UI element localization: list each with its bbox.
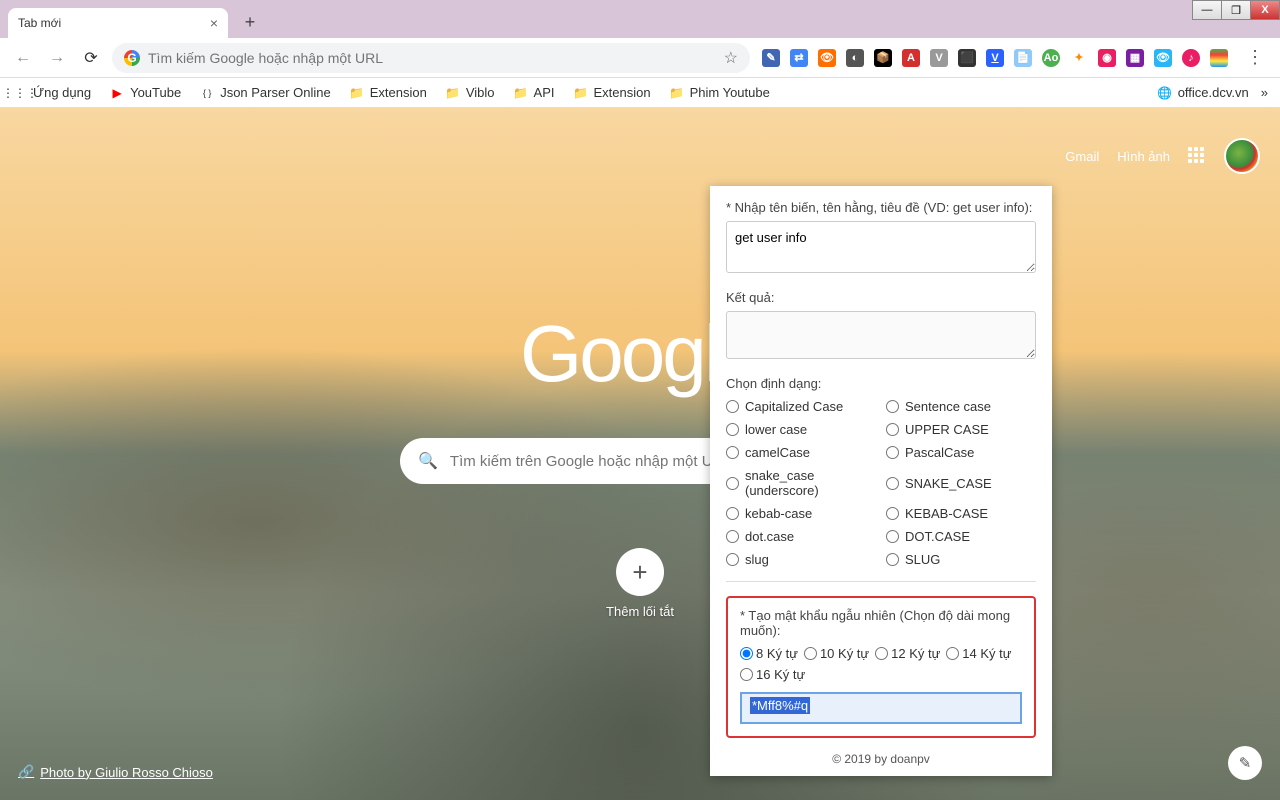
add-shortcut[interactable]: + Thêm lối tắt bbox=[606, 548, 674, 619]
result-label: Kết quả: bbox=[726, 290, 1036, 305]
ext-icon-11[interactable]: Ao bbox=[1042, 49, 1060, 67]
pw-option-10[interactable]: 10 Ký tự bbox=[804, 646, 869, 661]
pw-option-8[interactable]: 8 Ký tự bbox=[740, 646, 798, 661]
ext-icon-translate[interactable]: ⇄ bbox=[790, 49, 808, 67]
photo-credit-link[interactable]: 🔗 Photo by Giulio Rosso Chioso bbox=[18, 764, 213, 780]
ext-icon-15[interactable]: 👁 bbox=[1154, 49, 1172, 67]
bookmark-json-parser[interactable]: { } Json Parser Online bbox=[199, 85, 331, 101]
new-tab-button[interactable]: + bbox=[236, 8, 264, 36]
format-label: Chọn định dạng: bbox=[726, 376, 1036, 391]
ext-icon-abp[interactable]: A bbox=[902, 49, 920, 67]
minimize-button[interactable]: — bbox=[1192, 0, 1222, 20]
folder-icon: 📁 bbox=[513, 85, 529, 101]
google-apps-icon[interactable] bbox=[1188, 147, 1206, 165]
maximize-button[interactable]: ❐ bbox=[1221, 0, 1251, 20]
extension-popup: * Nhập tên biến, tên hằng, tiêu đề (VD: … bbox=[710, 186, 1052, 776]
pw-option-14[interactable]: 14 Ký tự bbox=[946, 646, 1011, 661]
ext-icon-12[interactable]: ✦ bbox=[1070, 49, 1088, 67]
bookmark-extension-2[interactable]: 📁 Extension bbox=[573, 85, 651, 101]
apps-icon: ⋮⋮⋮ bbox=[12, 85, 28, 101]
ext-icon-3[interactable]: 👁 bbox=[818, 49, 836, 67]
bookmark-youtube[interactable]: ▶ YouTube bbox=[109, 85, 181, 101]
tab-bar: Tab mới × + bbox=[0, 0, 1280, 38]
variable-name-input[interactable]: get user info bbox=[726, 221, 1036, 273]
tab-close-icon[interactable]: × bbox=[210, 15, 218, 31]
add-shortcut-label: Thêm lối tắt bbox=[606, 604, 674, 619]
password-label: * Tạo mật khẩu ngẫu nhiên (Chọn độ dài m… bbox=[740, 608, 1022, 638]
ext-icon-1[interactable]: ✎ bbox=[762, 49, 780, 67]
ext-icon-9[interactable]: V bbox=[986, 49, 1004, 67]
bookmark-star-icon[interactable]: ☆ bbox=[724, 48, 738, 68]
radio-upper[interactable]: UPPER CASE bbox=[886, 422, 1036, 437]
password-output[interactable]: *Mff8%#q bbox=[740, 692, 1022, 724]
new-tab-page: Gmail Hình ảnh Google 🔍 + Thêm lối tắt 🔗… bbox=[0, 108, 1280, 800]
folder-icon: 📁 bbox=[445, 85, 461, 101]
images-link[interactable]: Hình ảnh bbox=[1117, 149, 1170, 164]
address-bar: ← → ⟳ G ☆ ✎ ⇄ 👁 ◐ 📦 A V ⬛ V 📄 Ao ✦ ◉ ▦ 👁… bbox=[0, 38, 1280, 78]
radio-slug[interactable]: slug bbox=[726, 552, 876, 567]
radio-sentence[interactable]: Sentence case bbox=[886, 399, 1036, 414]
radio-dot[interactable]: dot.case bbox=[726, 529, 876, 544]
forward-button[interactable]: → bbox=[44, 45, 70, 71]
bookmark-viblo[interactable]: 📁 Viblo bbox=[445, 85, 495, 101]
json-icon: { } bbox=[199, 85, 215, 101]
ext-icon-14[interactable]: ▦ bbox=[1126, 49, 1144, 67]
ext-icon-4[interactable]: ◐ bbox=[846, 49, 864, 67]
folder-icon: 📁 bbox=[669, 85, 685, 101]
browser-tab[interactable]: Tab mới × bbox=[8, 8, 228, 38]
radio-lower[interactable]: lower case bbox=[726, 422, 876, 437]
pw-option-16[interactable]: 16 Ký tự bbox=[740, 667, 805, 682]
ext-icon-10[interactable]: 📄 bbox=[1014, 49, 1032, 67]
window-controls: — ❐ X bbox=[1193, 0, 1280, 22]
radio-dot-upper[interactable]: DOT.CASE bbox=[886, 529, 1036, 544]
tab-title: Tab mới bbox=[18, 16, 61, 30]
bookmark-office-dcv[interactable]: 🌐 office.dcv.vn bbox=[1157, 85, 1249, 101]
bookmarks-bar: ⋮⋮⋮ Ứng dụng ▶ YouTube { } Json Parser O… bbox=[0, 78, 1280, 108]
radio-kebab[interactable]: kebab-case bbox=[726, 506, 876, 521]
reload-button[interactable]: ⟳ bbox=[78, 45, 104, 71]
radio-slug-upper[interactable]: SLUG bbox=[886, 552, 1036, 567]
close-button[interactable]: X bbox=[1250, 0, 1280, 20]
bookmark-api[interactable]: 📁 API bbox=[513, 85, 555, 101]
folder-icon: 📁 bbox=[349, 85, 365, 101]
divider bbox=[726, 581, 1036, 582]
folder-icon: 📁 bbox=[573, 85, 589, 101]
extension-icons: ✎ ⇄ 👁 ◐ 📦 A V ⬛ V 📄 Ao ✦ ◉ ▦ 👁 ♪ bbox=[758, 49, 1232, 67]
radio-camel[interactable]: camelCase bbox=[726, 445, 876, 460]
browser-menu-button[interactable]: ⋮ bbox=[1240, 47, 1270, 68]
omnibox[interactable]: G ☆ bbox=[112, 43, 750, 73]
globe-icon: 🌐 bbox=[1157, 85, 1173, 101]
radio-capitalized[interactable]: Capitalized Case bbox=[726, 399, 876, 414]
plus-icon: + bbox=[616, 548, 664, 596]
user-avatar[interactable] bbox=[1224, 138, 1260, 174]
bookmark-extension-1[interactable]: 📁 Extension bbox=[349, 85, 427, 101]
pw-option-12[interactable]: 12 Ký tự bbox=[875, 646, 940, 661]
result-output[interactable] bbox=[726, 311, 1036, 359]
google-header: Gmail Hình ảnh bbox=[1065, 138, 1260, 174]
radio-snake[interactable]: snake_case (underscore) bbox=[726, 468, 876, 498]
search-icon: 🔍 bbox=[418, 451, 438, 471]
radio-pascal[interactable]: PascalCase bbox=[886, 445, 1036, 460]
url-input[interactable] bbox=[148, 50, 716, 66]
copyright-text: © 2019 by doanpv bbox=[726, 752, 1036, 766]
ext-icon-8[interactable]: ⬛ bbox=[958, 49, 976, 67]
input-label: * Nhập tên biến, tên hằng, tiêu đề (VD: … bbox=[726, 200, 1036, 215]
bookmark-phim-youtube[interactable]: 📁 Phim Youtube bbox=[669, 85, 770, 101]
ext-icon-5[interactable]: 📦 bbox=[874, 49, 892, 67]
back-button[interactable]: ← bbox=[10, 45, 36, 71]
radio-snake-upper[interactable]: SNAKE_CASE bbox=[886, 468, 1036, 498]
customize-button[interactable]: ✎ bbox=[1228, 746, 1262, 780]
ext-icon-windows[interactable] bbox=[1210, 49, 1228, 67]
ext-icon-13[interactable]: ◉ bbox=[1098, 49, 1116, 67]
google-icon: G bbox=[124, 50, 140, 66]
bookmarks-overflow-icon[interactable]: » bbox=[1261, 85, 1268, 100]
gmail-link[interactable]: Gmail bbox=[1065, 149, 1099, 164]
youtube-icon: ▶ bbox=[109, 85, 125, 101]
radio-kebab-upper[interactable]: KEBAB-CASE bbox=[886, 506, 1036, 521]
ext-icon-7[interactable]: V bbox=[930, 49, 948, 67]
password-generator-box: * Tạo mật khẩu ngẫu nhiên (Chọn độ dài m… bbox=[726, 596, 1036, 738]
apps-bookmark[interactable]: ⋮⋮⋮ Ứng dụng bbox=[12, 85, 91, 101]
link-icon: 🔗 bbox=[18, 764, 34, 780]
ext-icon-16[interactable]: ♪ bbox=[1182, 49, 1200, 67]
